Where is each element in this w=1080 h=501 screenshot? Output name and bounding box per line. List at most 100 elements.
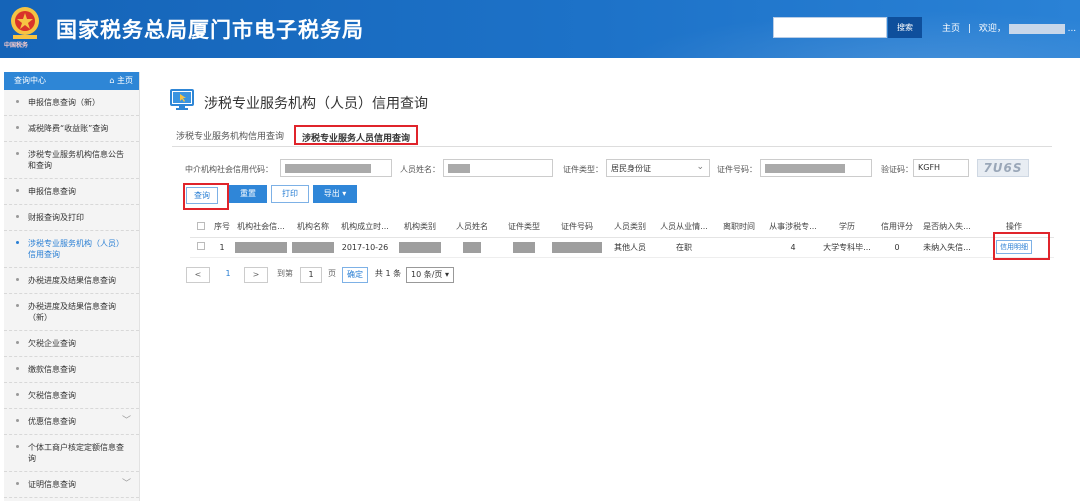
redacted-value: [552, 241, 602, 253]
site-title: 国家税务总局厦门市电子税务局: [56, 18, 364, 42]
cell-education: 大学专科毕...: [820, 237, 874, 258]
sidebar-item-label: 涉税专业服务机构（人员）信用查询: [28, 239, 124, 259]
cell-agency-type: [394, 237, 446, 258]
prev-page-button[interactable]: <: [186, 267, 210, 283]
column-header: 离职时间: [712, 217, 766, 238]
sidebar-item[interactable]: 减税降费“收益账”查询: [4, 116, 139, 142]
sidebar-item[interactable]: 缴款信息查询: [4, 357, 139, 383]
welcome-text: 欢迎，: [978, 24, 1006, 34]
row-select[interactable]: [190, 237, 212, 258]
bullet-icon: [16, 393, 19, 396]
cell-index: 1: [212, 237, 232, 258]
column-header: 学历: [820, 217, 874, 238]
bullet-icon: [16, 126, 19, 129]
goto-page-input[interactable]: 1: [300, 267, 322, 283]
sidebar-item[interactable]: 个体工商户核定定额信息查询: [4, 435, 139, 472]
page-unit-label: 页: [328, 269, 336, 278]
bullet-icon: [16, 304, 19, 307]
sidebar-item[interactable]: 证明信息查询 ﹀: [4, 472, 139, 498]
home-icon: ⌂: [109, 76, 117, 85]
captcha-input[interactable]: KGFH: [913, 159, 969, 177]
cell-employment: 在职: [656, 237, 712, 258]
sidebar-item[interactable]: 财报查询及打印: [4, 205, 139, 231]
chevron-down-icon: ⌄: [696, 162, 704, 172]
sidebar-item[interactable]: 申报信息查询: [4, 179, 139, 205]
sidebar-item-label: 证明信息查询: [28, 480, 76, 489]
agency-code-input[interactable]: [280, 159, 392, 177]
id-number-input[interactable]: [760, 159, 872, 177]
tab-agency-credit[interactable]: 涉税专业服务机构信用查询: [176, 129, 284, 142]
search-input[interactable]: [773, 17, 887, 38]
sidebar-item-active[interactable]: 涉税专业服务机构（人员）信用查询: [4, 231, 139, 268]
checkbox-icon[interactable]: [197, 221, 205, 230]
id-type-select[interactable]: 居民身份证 ⌄: [606, 159, 710, 177]
sidebar-home-link[interactable]: ⌂ 主页: [109, 72, 133, 90]
search-button[interactable]: 搜索: [888, 17, 922, 38]
id-number-label: 证件号码：: [717, 165, 757, 174]
cell-person-name: [446, 237, 498, 258]
column-header: 人员类别: [604, 217, 656, 238]
redacted-value: [399, 241, 441, 253]
sidebar-item[interactable]: 办税进度及结果信息查询: [4, 268, 139, 294]
sidebar-item-label: 个体工商户核定定额信息查询: [28, 443, 124, 463]
bullet-icon: [16, 100, 19, 103]
column-select-all[interactable]: [190, 217, 212, 238]
cell-person-category: 其他人员: [604, 237, 656, 258]
sidebar-item[interactable]: 欠税企业查询: [4, 331, 139, 357]
sidebar-item[interactable]: 申报信息查询（新）: [4, 90, 139, 116]
sidebar-item-label: 欠税企业查询: [28, 339, 76, 348]
bullet-icon: [16, 152, 19, 155]
highlight-box: [993, 232, 1050, 260]
column-header: 证件类型: [498, 217, 550, 238]
query-button[interactable]: 查询: [186, 187, 218, 204]
result-table: 序号 机构社会信... 机构名称 机构成立时... 机构类别 人员姓名 证件类型…: [190, 217, 1054, 258]
cell-id-number: [550, 237, 604, 258]
cell-founded: 2017-10-26: [336, 237, 394, 258]
column-header: 机构类别: [394, 217, 446, 238]
cell-agency-code: [232, 237, 290, 258]
cell-leave-time: [712, 237, 766, 258]
page-size-select[interactable]: 10 条/页 ▾: [406, 267, 454, 283]
column-header: 机构名称: [290, 217, 336, 238]
checkbox-icon[interactable]: [197, 242, 205, 250]
bullet-icon: [16, 341, 19, 344]
top-banner: 中国税务 国家税务总局厦门市电子税务局 搜索 主页 | 欢迎， ... |: [0, 0, 1080, 58]
next-page-button[interactable]: >: [244, 267, 268, 283]
bullet-icon: [16, 367, 19, 370]
column-header: 序号: [212, 217, 232, 238]
tab-personnel-credit[interactable]: 涉税专业服务人员信用查询: [294, 125, 419, 145]
redacted-value: [285, 164, 371, 173]
person-name-input[interactable]: [443, 159, 553, 177]
cell-id-type: [498, 237, 550, 258]
print-button[interactable]: 打印: [271, 185, 309, 203]
total-count: 共 1 条: [374, 269, 402, 278]
home-link[interactable]: 主页: [942, 24, 960, 34]
sidebar-item-label: 涉税专业服务机构信息公告和查询: [28, 150, 124, 170]
redacted-value: [235, 241, 287, 253]
redacted-value: [448, 164, 470, 173]
sidebar-item-label: 欠税信息查询: [28, 391, 76, 400]
bullet-icon: [16, 419, 19, 422]
reset-button[interactable]: 重置: [229, 185, 267, 203]
column-header: 信用评分: [874, 217, 920, 238]
table-row: 1 2017-10-26 其他人员 在职 4 大学专科毕... 0 未纳入失信.…: [190, 237, 1054, 258]
sidebar-item[interactable]: 优惠信息查询 ﹀: [4, 409, 139, 435]
sidebar-item-label: 办税进度及结果信息查询（新）: [28, 302, 116, 322]
column-header: 是否纳入失...: [920, 217, 974, 238]
export-button[interactable]: 导出 ▾: [313, 185, 357, 203]
sidebar-item[interactable]: 欠税信息查询: [4, 383, 139, 409]
goto-confirm-button[interactable]: 确定: [342, 267, 368, 283]
sidebar-item[interactable]: 涉税专业服务机构信息公告和查询: [4, 142, 139, 179]
redacted-value: [513, 241, 535, 253]
sidebar-item[interactable]: 办税进度及结果信息查询（新）: [4, 294, 139, 331]
page-number-current[interactable]: 1: [222, 267, 234, 283]
bullet-icon: [16, 482, 19, 485]
sidebar-item-label: 财报查询及打印: [28, 213, 84, 222]
chevron-down-icon: ﹀: [121, 416, 131, 426]
chevron-down-icon: ▾: [444, 270, 449, 279]
sidebar-item-label: 申报信息查询: [28, 187, 76, 196]
cell-years: 4: [766, 237, 820, 258]
query-form: 中介机构社会信用代码： 人员姓名： 证件类型： 居民身份证 ⌄ 证件号码： 验证码…: [180, 159, 1050, 179]
username-redacted: [1008, 23, 1065, 34]
captcha-image[interactable]: 7U6S: [977, 159, 1029, 177]
